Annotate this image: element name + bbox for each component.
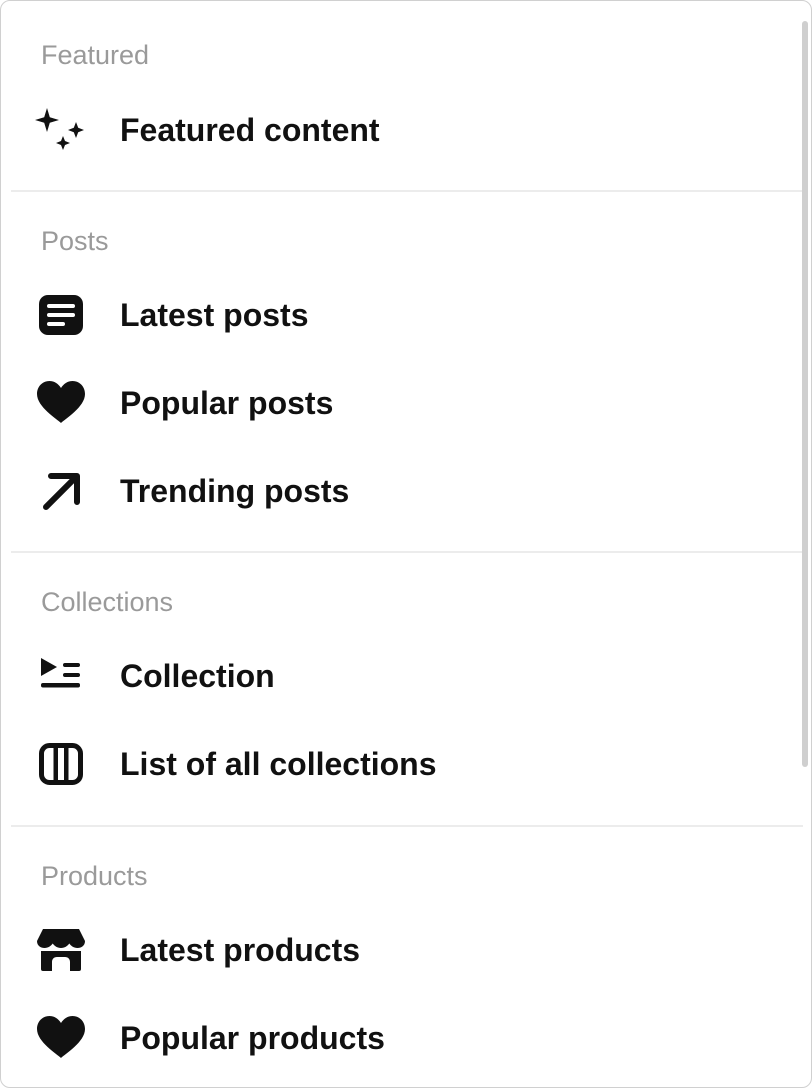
menu-item-label: Collection — [120, 658, 275, 694]
menu-item-featured-content[interactable]: Featured content — [1, 94, 801, 166]
menu-item-label: Trending posts — [120, 473, 350, 509]
menu-item-latest-posts[interactable]: Latest posts — [1, 279, 801, 351]
section-label-collections: Collections — [41, 587, 174, 617]
menu-item-trending-posts[interactable]: Trending posts — [1, 455, 801, 527]
menu-item-label: Latest products — [120, 932, 361, 968]
playlist-icon — [35, 652, 87, 700]
menu-panel: Featured Featured content Posts Latest p… — [0, 0, 812, 1088]
section-divider — [11, 551, 803, 553]
menu-item-label: Featured content — [120, 112, 380, 148]
heart-icon — [35, 379, 87, 427]
section-divider — [11, 825, 803, 827]
menu-item-popular-posts[interactable]: Popular posts — [1, 367, 801, 439]
menu-item-label: List of all collections — [120, 746, 437, 782]
section-divider — [11, 190, 803, 192]
section-label-products: Products — [41, 861, 148, 891]
menu-item-list-of-all-collections[interactable]: List of all collections — [1, 728, 801, 800]
menu-item-label: Popular products — [120, 1020, 385, 1056]
section-label-featured: Featured — [41, 40, 150, 70]
menu-item-collection[interactable]: Collection — [1, 640, 801, 712]
menu-item-popular-products[interactable]: Popular products — [1, 1002, 801, 1074]
columns-icon — [35, 740, 87, 788]
sparkles-icon — [35, 106, 87, 154]
menu-item-latest-products[interactable]: Latest products — [1, 914, 801, 986]
section-label-posts: Posts — [41, 226, 109, 256]
scrollbar[interactable] — [802, 21, 808, 767]
arrow-up-right-icon — [35, 467, 87, 515]
menu-item-label: Latest posts — [120, 297, 309, 333]
menu-item-label: Popular posts — [120, 385, 334, 421]
heart-icon — [35, 1014, 87, 1062]
storefront-icon — [35, 926, 87, 974]
document-icon — [35, 291, 87, 339]
